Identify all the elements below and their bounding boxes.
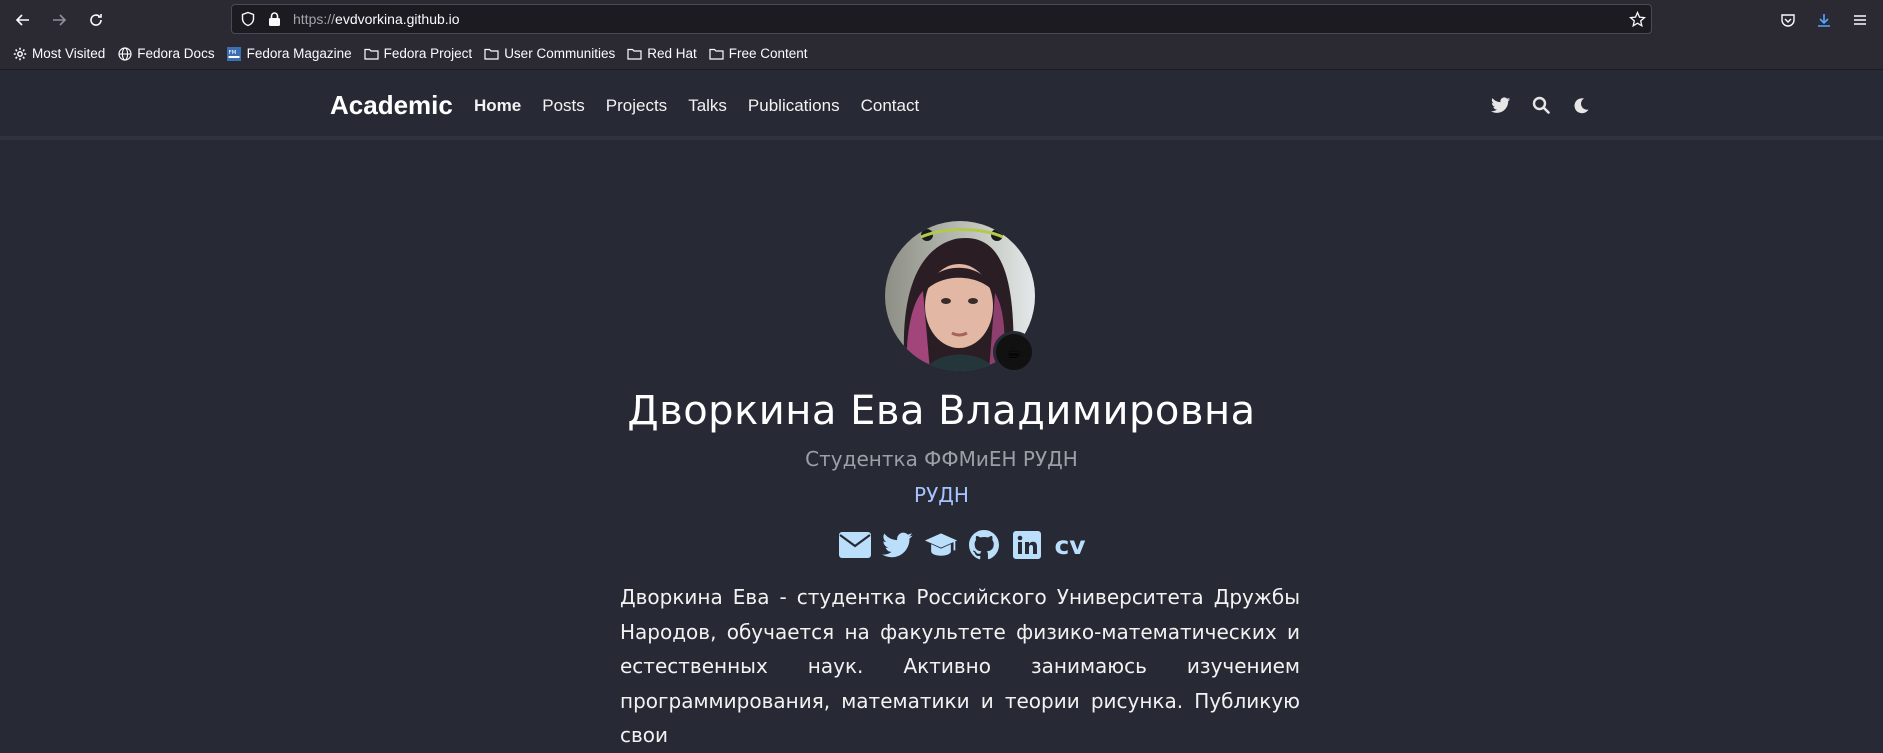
forward-arrow-icon[interactable]	[47, 8, 71, 32]
site-brand[interactable]: Academic	[330, 90, 453, 121]
bookmarks-bar: Most Visited Fedora Docs FM Fedora Magaz…	[0, 38, 1883, 70]
nav-contact[interactable]: Contact	[861, 96, 920, 116]
fm-favicon-icon: FM	[227, 46, 242, 61]
nav-posts[interactable]: Posts	[542, 96, 585, 116]
linkedin-icon[interactable]	[1010, 528, 1044, 562]
folder-icon	[709, 46, 724, 61]
bookmark-folder-user-communities[interactable]: User Communities	[484, 46, 615, 61]
reload-icon[interactable]	[84, 8, 108, 32]
graduation-cap-icon[interactable]	[924, 528, 958, 562]
twitter-icon[interactable]	[1490, 94, 1512, 116]
tracking-shield-icon[interactable]	[240, 11, 256, 31]
address-bar[interactable]: https://evdvorkina.github.io	[231, 4, 1652, 34]
navbar-actions	[1490, 94, 1592, 116]
folder-icon	[364, 46, 379, 61]
social-links: cv	[838, 528, 1087, 562]
browser-toolbar: https://evdvorkina.github.io	[0, 0, 1883, 38]
profile-bio: Дворкина Ева - студентка Российского Уни…	[620, 585, 1300, 747]
nav-talks[interactable]: Talks	[688, 96, 727, 116]
url-text: https://evdvorkina.github.io	[293, 11, 460, 27]
folder-icon	[484, 46, 499, 61]
nav-home[interactable]: Home	[474, 96, 521, 116]
bookmark-folder-free-content[interactable]: Free Content	[709, 46, 808, 61]
downloads-icon[interactable]	[1812, 8, 1836, 32]
github-icon[interactable]	[967, 528, 1001, 562]
nav-projects[interactable]: Projects	[606, 96, 667, 116]
main-nav: Home Posts Projects Talks Publications C…	[474, 96, 940, 116]
bookmark-folder-fedora-project[interactable]: Fedora Project	[364, 46, 472, 61]
cv-link[interactable]: cv	[1053, 528, 1087, 562]
app-menu-icon[interactable]	[1848, 8, 1872, 32]
bookmark-fedora-docs[interactable]: Fedora Docs	[117, 46, 215, 61]
back-arrow-icon[interactable]	[11, 8, 35, 32]
star-bookmark-icon[interactable]	[1628, 10, 1647, 32]
profile-avatar: ☕	[885, 221, 1035, 373]
profile-role: Студентка ФФМиЕН РУДН	[805, 447, 1078, 471]
gear-icon	[12, 46, 27, 61]
profile-organization-link[interactable]: РУДН	[0, 483, 1883, 507]
lock-icon[interactable]	[267, 11, 282, 31]
profile-name: Дворкина Ева Владимировна	[627, 388, 1256, 434]
folder-icon	[627, 46, 642, 61]
nav-publications[interactable]: Publications	[748, 96, 840, 116]
pocket-icon[interactable]	[1776, 8, 1800, 32]
site-navbar: Academic Home Posts Projects Talks Publi…	[0, 70, 1883, 140]
status-emoji-badge: ☕	[993, 331, 1035, 373]
bookmark-folder-red-hat[interactable]: Red Hat	[627, 46, 697, 61]
bookmark-fedora-magazine[interactable]: FM Fedora Magazine	[227, 46, 352, 61]
envelope-icon[interactable]	[838, 528, 872, 562]
bookmark-most-visited[interactable]: Most Visited	[12, 46, 105, 61]
search-icon[interactable]	[1530, 94, 1552, 116]
dark-mode-moon-icon[interactable]	[1570, 94, 1592, 116]
twitter-icon[interactable]	[881, 528, 915, 562]
globe-icon	[117, 46, 132, 61]
svg-text:FM: FM	[229, 50, 237, 56]
